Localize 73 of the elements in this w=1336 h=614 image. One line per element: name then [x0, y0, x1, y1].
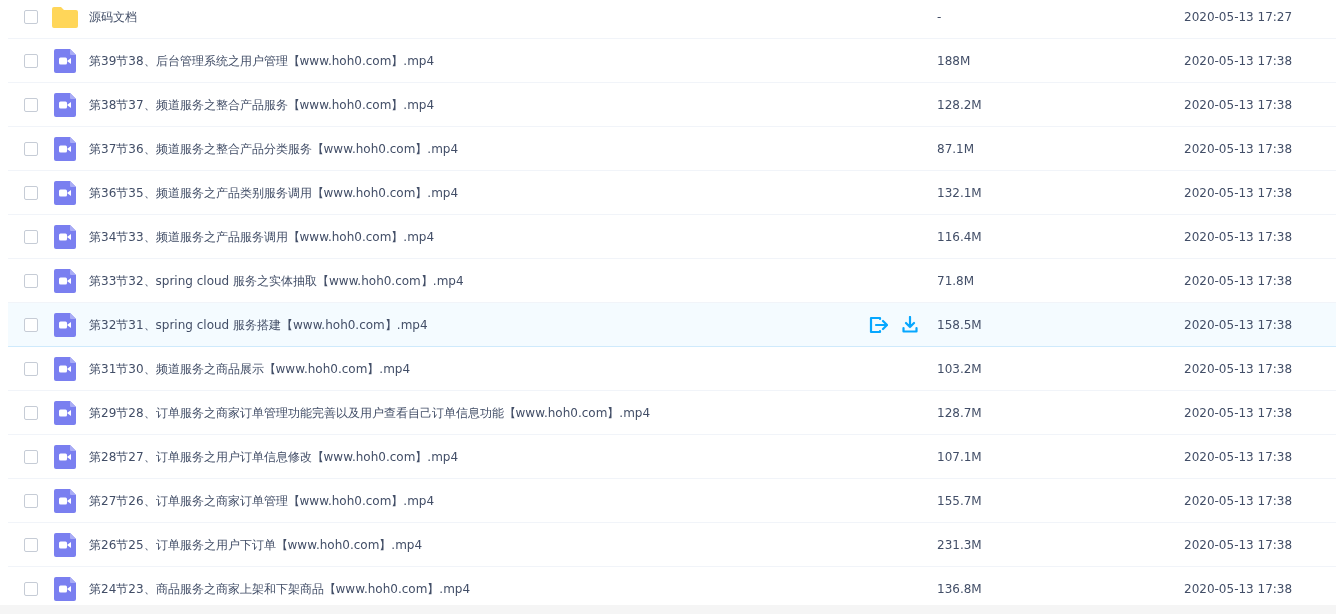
file-name[interactable]: 第38节37、频道服务之整合产品服务【www.hoh0.com】.mp4 — [89, 97, 435, 112]
checkbox[interactable] — [24, 53, 38, 68]
share-icon[interactable] — [869, 315, 888, 334]
checkbox[interactable] — [24, 405, 38, 420]
file-name[interactable]: 第36节35、频道服务之产品类别服务调用【www.hoh0.com】.mp4 — [89, 185, 459, 200]
file-size: 107.1M — [937, 449, 982, 464]
video-file-icon — [54, 180, 76, 205]
video-file-icon — [54, 488, 76, 513]
video-file-icon — [54, 356, 76, 381]
file-size: 103.2M — [937, 361, 982, 376]
checkbox[interactable] — [24, 493, 38, 508]
modified-date: 2020-05-13 17:38 — [1184, 448, 1293, 466]
video-file-icon — [54, 92, 76, 117]
file-size: 132.1M — [937, 185, 982, 200]
file-size: 116.4M — [937, 229, 982, 244]
modified-date: 2020-05-13 17:38 — [1184, 316, 1293, 334]
file-size: 155.7M — [937, 493, 982, 508]
modified-date: 2020-05-13 17:38 — [1184, 96, 1293, 114]
file-name[interactable]: 第37节36、频道服务之整合产品分类服务【www.hoh0.com】.mp4 — [89, 141, 459, 156]
file-name[interactable]: 第31节30、频道服务之商品展示【www.hoh0.com】.mp4 — [89, 361, 411, 376]
modified-date: 2020-05-13 17:38 — [1184, 228, 1293, 246]
modified-date: 2020-05-13 17:38 — [1184, 536, 1293, 554]
file-size: 231.3M — [937, 537, 982, 552]
modified-date: 2020-05-13 17:38 — [1184, 140, 1293, 158]
file-size: 158.5M — [937, 317, 982, 332]
checkbox[interactable] — [24, 317, 38, 332]
download-icon[interactable] — [902, 316, 918, 333]
file-size: 128.2M — [937, 97, 982, 112]
file-size: 128.7M — [937, 405, 982, 420]
file-name[interactable]: 第26节25、订单服务之用户下订单【www.hoh0.com】.mp4 — [89, 537, 423, 552]
file-name[interactable]: 源码文档 — [89, 9, 137, 24]
video-file-icon — [54, 532, 76, 557]
video-file-icon — [54, 136, 76, 161]
video-file-icon — [54, 312, 76, 337]
file-name[interactable]: 第32节31、spring cloud 服务搭建【www.hoh0.com】.mp4 — [89, 317, 428, 332]
checkbox[interactable] — [24, 361, 38, 376]
modified-date: 2020-05-13 17:38 — [1184, 492, 1293, 510]
file-name[interactable]: 第27节26、订单服务之商家订单管理【www.hoh0.com】.mp4 — [89, 493, 435, 508]
checkbox[interactable] — [24, 97, 38, 112]
modified-date: 2020-05-13 17:27 — [1184, 8, 1293, 26]
modified-date: 2020-05-13 17:38 — [1184, 580, 1293, 598]
file-size: 136.8M — [937, 581, 982, 596]
checkbox[interactable] — [24, 185, 38, 200]
file-size: - — [937, 9, 942, 24]
video-file-icon — [54, 224, 76, 249]
checkbox[interactable] — [24, 9, 38, 24]
video-file-icon — [54, 268, 76, 293]
modified-date: 2020-05-13 17:38 — [1184, 52, 1293, 70]
checkbox[interactable] — [24, 141, 38, 156]
folder-icon — [52, 5, 78, 28]
modified-date: 2020-05-13 17:38 — [1184, 184, 1293, 202]
checkbox[interactable] — [24, 273, 38, 288]
checkbox[interactable] — [24, 229, 38, 244]
checkbox[interactable] — [24, 537, 38, 552]
file-size: 87.1M — [937, 141, 975, 156]
file-name[interactable]: 第24节23、商品服务之商家上架和下架商品【www.hoh0.com】.mp4 — [89, 581, 471, 596]
video-file-icon — [54, 444, 76, 469]
file-size: 71.8M — [937, 273, 975, 288]
video-file-icon — [54, 48, 76, 73]
file-name[interactable]: 第39节38、后台管理系统之用户管理【www.hoh0.com】.mp4 — [89, 53, 435, 68]
file-name[interactable]: 第29节28、订单服务之商家订单管理功能完善以及用户查看自己订单信息功能【www.hoh0.com】.mp4 — [89, 405, 651, 420]
file-name[interactable]: 第34节33、频道服务之产品服务调用【www.hoh0.com】.mp4 — [89, 229, 435, 244]
video-file-icon — [54, 400, 76, 425]
file-row[interactable]: 第32节31、spring cloud 服务搭建【www.hoh0.com】.mp4 158.5M 2020-05-13 17:38 — [8, 303, 1336, 347]
modified-date: 2020-05-13 17:38 — [1184, 404, 1293, 422]
checkbox[interactable] — [24, 449, 38, 464]
file-name[interactable]: 第33节32、spring cloud 服务之实体抽取【www.hoh0.com】.mp4 — [89, 273, 464, 288]
modified-date: 2020-05-13 17:38 — [1184, 272, 1293, 290]
file-name[interactable]: 第28节27、订单服务之用户订单信息修改【www.hoh0.com】.mp4 — [89, 449, 459, 464]
file-size: 188M — [937, 53, 971, 68]
video-file-icon — [54, 576, 76, 601]
modified-date: 2020-05-13 17:38 — [1184, 360, 1293, 378]
checkbox[interactable] — [24, 581, 38, 596]
